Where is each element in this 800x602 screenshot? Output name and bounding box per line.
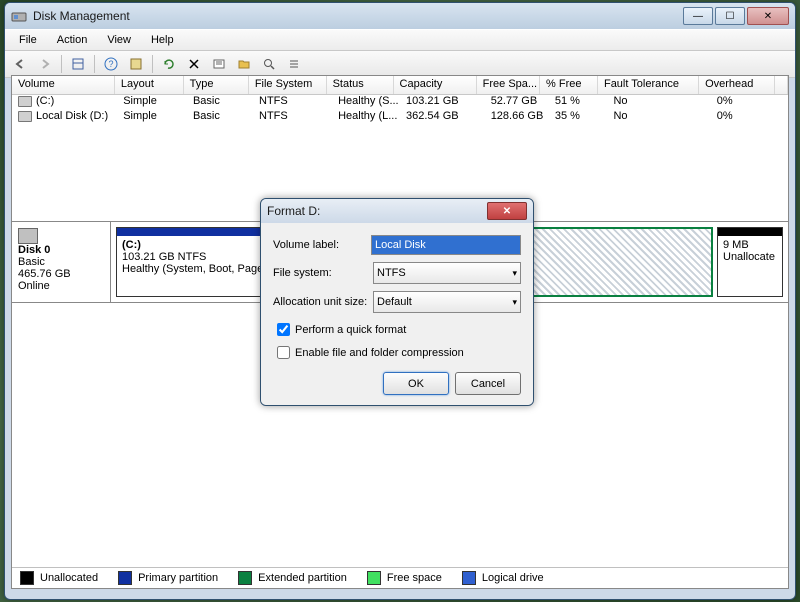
disk-name: Disk 0: [18, 244, 104, 256]
col-type[interactable]: Type: [184, 76, 249, 94]
cancel-button[interactable]: Cancel: [455, 372, 521, 395]
swatch-free: [367, 571, 381, 585]
app-icon: [11, 8, 27, 24]
volume-row[interactable]: Local Disk (D:) Simple Basic NTFS Health…: [12, 110, 788, 125]
minimize-button[interactable]: —: [683, 7, 713, 25]
dialog-titlebar[interactable]: Format D: ✕: [261, 199, 533, 223]
help-menu[interactable]: Help: [141, 30, 184, 50]
close-button[interactable]: ✕: [747, 7, 789, 25]
folder-icon[interactable]: [233, 53, 255, 75]
show-hide-icon[interactable]: [67, 53, 89, 75]
allocation-select[interactable]: Default: [373, 291, 521, 313]
settings-icon[interactable]: [125, 53, 147, 75]
separator: [94, 55, 95, 73]
compression-label: Enable file and folder compression: [295, 347, 464, 359]
col-status[interactable]: Status: [327, 76, 394, 94]
refresh-icon[interactable]: [158, 53, 180, 75]
compression-checkbox[interactable]: [277, 346, 290, 359]
label-volume: Volume label:: [273, 239, 371, 251]
col-fault[interactable]: Fault Tolerance: [598, 76, 699, 94]
delete-icon[interactable]: [183, 53, 205, 75]
col-overhead[interactable]: Overhead: [699, 76, 775, 94]
swatch-unalloc: [20, 571, 34, 585]
quick-format-checkbox[interactable]: [277, 323, 290, 336]
help-icon[interactable]: ?: [100, 53, 122, 75]
disk-type: Basic: [18, 256, 104, 268]
part-label: (C:): [122, 239, 141, 251]
toolbar: ?: [5, 51, 795, 78]
svg-text:?: ?: [108, 59, 113, 69]
disk-icon: [18, 228, 38, 244]
swatch-primary: [118, 571, 132, 585]
label-allocation: Allocation unit size:: [273, 296, 373, 308]
format-dialog: Format D: ✕ Volume label: File system: N…: [260, 198, 534, 406]
col-volume[interactable]: Volume: [12, 76, 115, 94]
col-pct[interactable]: % Free: [540, 76, 598, 94]
separator: [61, 55, 62, 73]
dialog-title: Format D:: [267, 204, 320, 218]
ok-button[interactable]: OK: [383, 372, 449, 395]
volume-label-input[interactable]: [371, 235, 521, 255]
part-size: 103.21 GB NTFS: [122, 251, 206, 263]
legend: Unallocated Primary partition Extended p…: [12, 567, 788, 588]
vol-name: Local Disk (D:): [36, 110, 108, 122]
search-icon[interactable]: [258, 53, 280, 75]
titlebar[interactable]: Disk Management — ☐ ✕: [5, 3, 795, 29]
separator: [152, 55, 153, 73]
volume-icon: [18, 96, 32, 107]
partition-unallocated[interactable]: 9 MB Unallocate: [717, 227, 783, 297]
back-button[interactable]: [9, 53, 31, 75]
properties-icon[interactable]: [208, 53, 230, 75]
disk-state: Online: [18, 280, 104, 292]
view-menu[interactable]: View: [97, 30, 141, 50]
part-status: Unallocate: [723, 251, 775, 263]
swatch-logical: [462, 571, 476, 585]
volume-list-header: Volume Layout Type File System Status Ca…: [12, 76, 788, 95]
vol-name: (C:): [36, 95, 54, 107]
dialog-close-button[interactable]: ✕: [487, 202, 527, 220]
col-spare[interactable]: [775, 76, 788, 94]
menu-bar: File Action View Help: [5, 29, 795, 51]
volume-icon: [18, 111, 32, 122]
forward-button[interactable]: [34, 53, 56, 75]
disk-info[interactable]: Disk 0 Basic 465.76 GB Online: [12, 222, 111, 302]
action-menu[interactable]: Action: [47, 30, 98, 50]
col-capacity[interactable]: Capacity: [394, 76, 477, 94]
window-title: Disk Management: [33, 9, 130, 23]
col-fs[interactable]: File System: [249, 76, 327, 94]
col-free[interactable]: Free Spa...: [477, 76, 540, 94]
file-menu[interactable]: File: [9, 30, 47, 50]
quick-format-label: Perform a quick format: [295, 324, 406, 336]
filesystem-select[interactable]: NTFS: [373, 262, 521, 284]
list-icon[interactable]: [283, 53, 305, 75]
volume-row[interactable]: (C:) Simple Basic NTFS Healthy (S... 103…: [12, 95, 788, 110]
swatch-ext: [238, 571, 252, 585]
col-layout[interactable]: Layout: [115, 76, 184, 94]
label-fs: File system:: [273, 267, 373, 279]
part-size: 9 MB: [723, 239, 749, 251]
disk-size: 465.76 GB: [18, 268, 104, 280]
maximize-button[interactable]: ☐: [715, 7, 745, 25]
